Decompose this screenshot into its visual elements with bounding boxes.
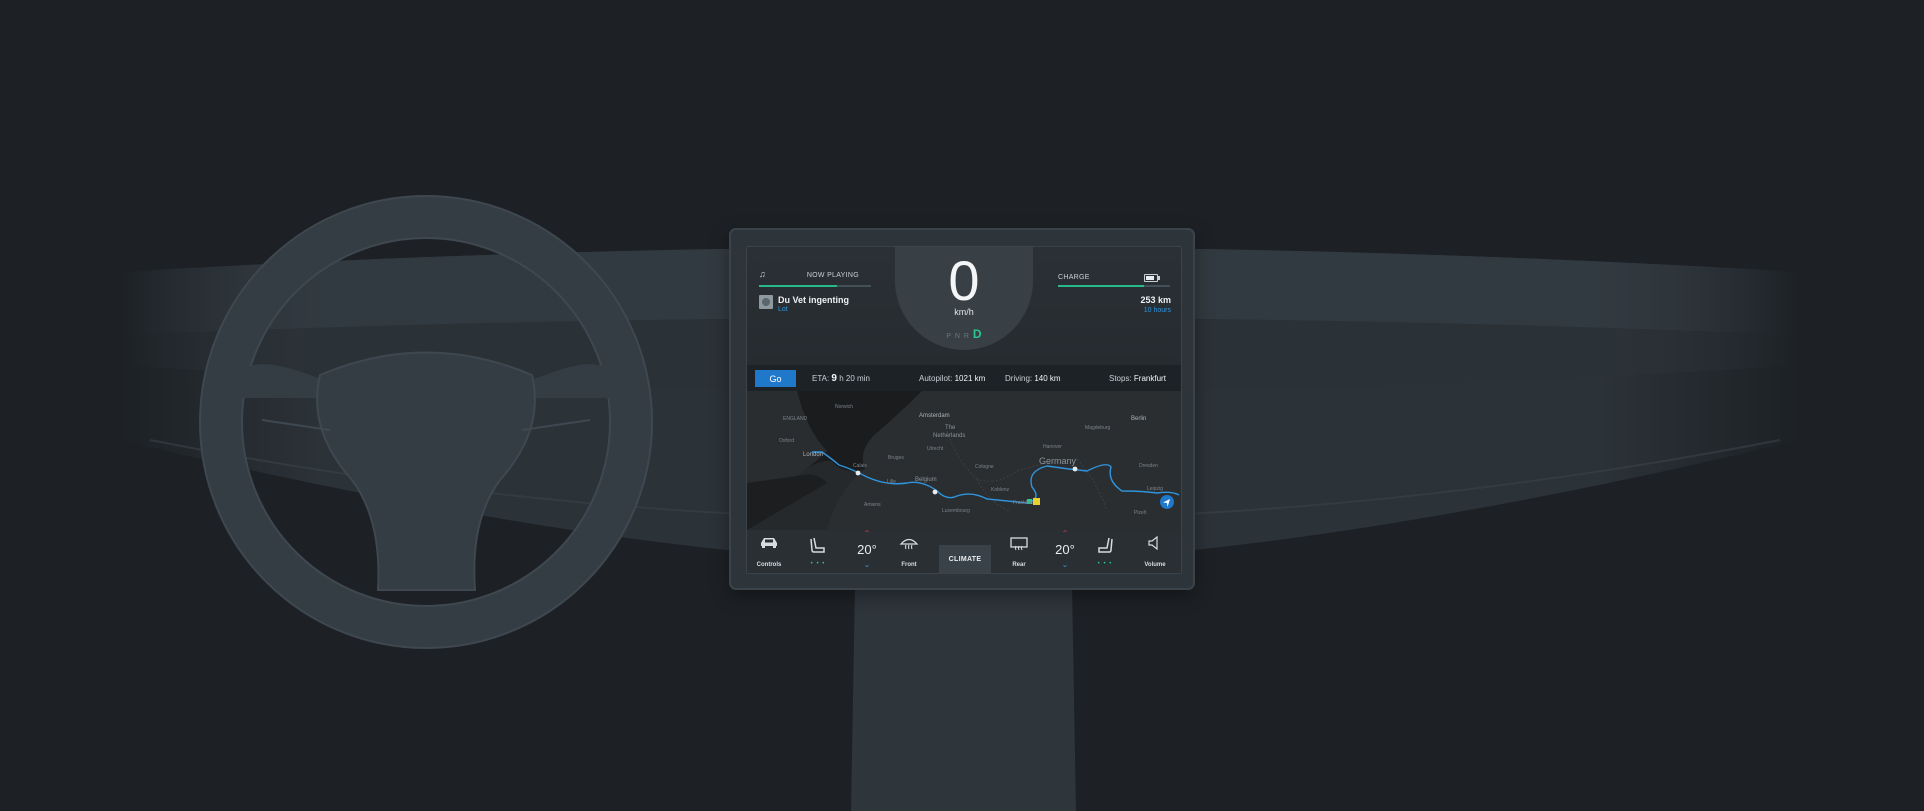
- map-label-amiens: Amiens: [864, 502, 881, 508]
- left-temp-value: 20°: [857, 542, 877, 557]
- map-label-hanover: Hanover: [1043, 444, 1062, 450]
- right-temperature-control: ⌃ 20° ⌄: [1048, 530, 1082, 573]
- volume-button[interactable]: Volume: [1139, 530, 1171, 573]
- now-playing-progress[interactable]: [759, 285, 871, 287]
- eta: ETA: 9 h 20 min: [812, 373, 870, 384]
- range-value: 253 km: [1140, 295, 1171, 305]
- map-label-dresden: Dresden: [1139, 463, 1158, 469]
- rear-label: Rear: [1012, 562, 1026, 568]
- map-label-london: London: [803, 452, 824, 458]
- sea-channel: [747, 474, 827, 530]
- left-temperature-control: ⌃ 20° ⌄: [850, 530, 884, 573]
- map-label-koblenz: Koblenz: [991, 487, 1010, 493]
- artist-name[interactable]: Lot: [778, 306, 788, 313]
- charge-level-bar: [1058, 285, 1170, 287]
- driver-seat-heat-button[interactable]: • • •: [803, 530, 833, 573]
- map-label-plzen: Plzeň: [1134, 510, 1147, 516]
- music-note-icon: ♫: [759, 269, 767, 279]
- rear-defrost-icon: [1010, 537, 1028, 551]
- map-label-luxembourg: Luxembourg: [942, 508, 970, 514]
- autopilot-value: 1021 km: [954, 374, 986, 383]
- map-label-oxford: Oxford: [779, 438, 795, 444]
- speed-unit: km/h: [954, 307, 974, 317]
- active-gear: D: [972, 327, 982, 341]
- map-label-netherlands-2: Netherlands: [933, 433, 966, 439]
- map-label-magdeburg: Magdeburg: [1085, 425, 1111, 431]
- map-label-berlin: Berlin: [1131, 416, 1147, 422]
- map-label-lille: Lille: [887, 479, 896, 485]
- trip-bar: Go ETA: 9 h 20 min Autopilot: 1021 km Dr…: [747, 365, 1181, 391]
- map-label-utrecht: Utrecht: [927, 446, 944, 452]
- map-label-amsterdam: Amsterdam: [919, 413, 950, 419]
- infotainment-screen: ♫ NOW PLAYING Du Vet ingenting Lot 0 km/…: [746, 246, 1182, 574]
- stops-label: Stops:: [1109, 374, 1132, 383]
- track-title[interactable]: Du Vet ingenting: [778, 295, 849, 305]
- seat-heater-icon: [810, 537, 825, 553]
- seat-heater-icon: [1098, 537, 1113, 553]
- charge-time: 10 hours: [1143, 307, 1171, 314]
- now-playing-label: NOW PLAYING: [806, 272, 859, 279]
- front-defrost-icon: [899, 538, 919, 550]
- center-console: [851, 585, 1076, 811]
- eta-label: ETA:: [812, 374, 830, 383]
- map-label-bruges: Bruges: [888, 455, 904, 461]
- left-temp-down-icon[interactable]: ⌄: [850, 561, 884, 569]
- album-art[interactable]: [759, 295, 773, 309]
- eta-rest: h 20 min: [839, 374, 870, 383]
- stops: Stops: Frankfurt: [1109, 374, 1166, 383]
- now-playing-header: ♫ NOW PLAYING: [759, 269, 859, 284]
- right-temp-up-icon[interactable]: ⌃: [1048, 530, 1082, 538]
- gear-selector: P N R D: [895, 327, 1033, 341]
- controls-label: Controls: [756, 562, 782, 568]
- climate-bar: Controls • • • ⌃ 20° ⌄ Front CLIMATE Rea…: [747, 530, 1181, 573]
- speed-value: 0: [948, 249, 980, 312]
- map-label-england: ENGLAND: [783, 416, 808, 422]
- front-defrost-button[interactable]: Front: [893, 530, 925, 573]
- autopilot-distance: Autopilot: 1021 km: [919, 374, 985, 383]
- charging-stop-marker: [1033, 498, 1040, 505]
- map-label-belgium: Belgium: [915, 477, 937, 483]
- front-label: Front: [901, 562, 917, 568]
- controls-button[interactable]: Controls: [753, 530, 785, 573]
- charge-label: CHARGE: [1058, 274, 1090, 281]
- driving-distance: Driving: 140 km: [1005, 374, 1061, 383]
- inactive-gears: P N R: [946, 333, 970, 340]
- seat-heat-level: • • •: [810, 561, 826, 567]
- navigation-map[interactable]: Norwich ENGLAND Oxford London Amsterdam …: [747, 391, 1181, 530]
- passenger-seat-heat-button[interactable]: • • •: [1090, 530, 1120, 573]
- map-label-frankfurt: Frankfurt: [1013, 500, 1034, 506]
- map-label-leipzig: Leipzig: [1147, 486, 1163, 492]
- car-icon: [761, 538, 777, 548]
- map-label-netherlands-1: The: [945, 425, 956, 431]
- right-temp-down-icon[interactable]: ⌄: [1048, 561, 1082, 569]
- stops-value: Frankfurt: [1133, 374, 1166, 383]
- driving-label: Driving:: [1005, 374, 1033, 383]
- volume-label: Volume: [1144, 562, 1166, 568]
- right-temp-value: 20°: [1055, 542, 1075, 557]
- speaker-icon: [1148, 536, 1158, 550]
- map-label-germany: Germany: [1039, 456, 1077, 466]
- map-label-norwich: Norwich: [835, 404, 854, 410]
- rear-defrost-button[interactable]: Rear: [1003, 530, 1035, 573]
- seat-heat-level: • • •: [1097, 561, 1113, 567]
- driving-value: 140 km: [1034, 374, 1061, 383]
- map-label-cologne: Cologne: [975, 464, 994, 470]
- status-panel: ♫ NOW PLAYING Du Vet ingenting Lot 0 km/…: [747, 247, 1181, 365]
- left-temp-up-icon[interactable]: ⌃: [850, 530, 884, 538]
- eta-hours: 9: [831, 373, 837, 384]
- climate-button[interactable]: CLIMATE: [939, 545, 991, 573]
- battery-icon: [1144, 274, 1160, 282]
- go-button[interactable]: Go: [755, 370, 796, 387]
- map-label-calais: Calais: [853, 463, 867, 469]
- autopilot-label: Autopilot:: [919, 374, 953, 383]
